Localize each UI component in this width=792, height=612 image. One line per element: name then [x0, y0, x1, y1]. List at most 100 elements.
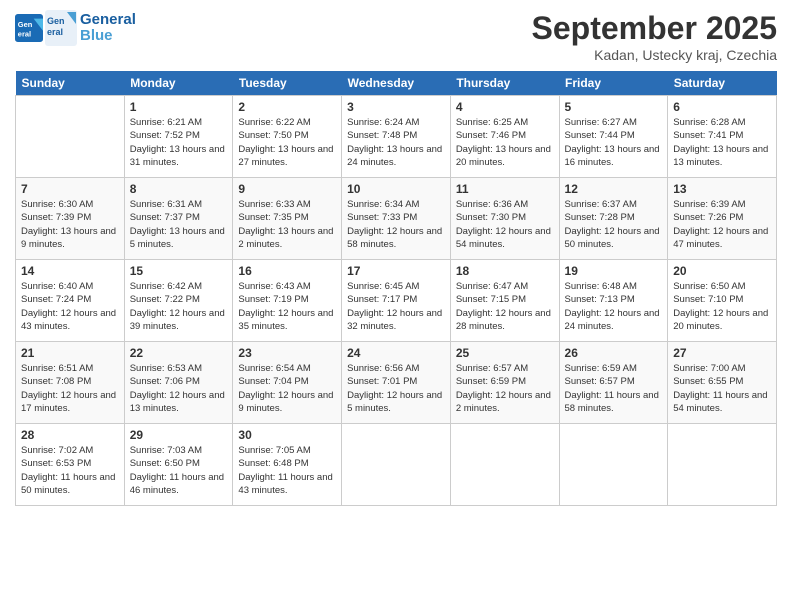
day-info: Sunrise: 6:57 AMSunset: 6:59 PMDaylight:… — [456, 362, 554, 415]
day-header-tuesday: Tuesday — [233, 71, 342, 96]
svg-text:eral: eral — [18, 29, 31, 38]
calendar-cell: 22 Sunrise: 6:53 AMSunset: 7:06 PMDayligh… — [124, 342, 233, 424]
day-number: 15 — [130, 264, 228, 278]
week-row-1: 1 Sunrise: 6:21 AMSunset: 7:52 PMDaylight… — [16, 96, 777, 178]
day-number: 5 — [565, 100, 663, 114]
day-header-sunday: Sunday — [16, 71, 125, 96]
week-row-4: 21 Sunrise: 6:51 AMSunset: 7:08 PMDayligh… — [16, 342, 777, 424]
calendar-cell: 18 Sunrise: 6:47 AMSunset: 7:15 PMDayligh… — [450, 260, 559, 342]
day-info: Sunrise: 6:45 AMSunset: 7:17 PMDaylight:… — [347, 280, 445, 333]
day-info: Sunrise: 6:47 AMSunset: 7:15 PMDaylight:… — [456, 280, 554, 333]
day-info: Sunrise: 6:42 AMSunset: 7:22 PMDaylight:… — [130, 280, 228, 333]
calendar-cell: 3 Sunrise: 6:24 AMSunset: 7:48 PMDaylight… — [342, 96, 451, 178]
day-number: 11 — [456, 182, 554, 196]
day-header-friday: Friday — [559, 71, 668, 96]
day-number: 24 — [347, 346, 445, 360]
day-number: 19 — [565, 264, 663, 278]
days-of-week-row: SundayMondayTuesdayWednesdayThursdayFrid… — [16, 71, 777, 96]
day-number: 4 — [456, 100, 554, 114]
calendar-cell: 4 Sunrise: 6:25 AMSunset: 7:46 PMDaylight… — [450, 96, 559, 178]
day-number: 1 — [130, 100, 228, 114]
logo-general: General — [80, 12, 136, 29]
calendar-body: 1 Sunrise: 6:21 AMSunset: 7:52 PMDaylight… — [16, 96, 777, 506]
generalblue-logo-svg: Gen eral — [45, 10, 77, 46]
day-number: 21 — [21, 346, 119, 360]
calendar-cell: 24Sunrise: 6:56 AMSunset: 7:01 PMDayligh… — [342, 342, 451, 424]
calendar-cell: 30Sunrise: 7:05 AMSunset: 6:48 PMDayligh… — [233, 424, 342, 506]
title-block: September 2025 Kadan, Ustecky kraj, Czec… — [532, 10, 777, 63]
day-header-thursday: Thursday — [450, 71, 559, 96]
calendar-cell: 7 Sunrise: 6:30 AMSunset: 7:39 PMDaylight… — [16, 178, 125, 260]
calendar-cell: 20 Sunrise: 6:50 AMSunset: 7:10 PMDayligh… — [668, 260, 777, 342]
calendar-cell: 1 Sunrise: 6:21 AMSunset: 7:52 PMDaylight… — [124, 96, 233, 178]
day-info: Sunrise: 6:40 AMSunset: 7:24 PMDaylight:… — [21, 280, 119, 333]
location: Kadan, Ustecky kraj, Czechia — [532, 47, 777, 63]
month-title: September 2025 — [532, 10, 777, 47]
day-info: Sunrise: 7:00 AMSunset: 6:55 PMDaylight:… — [673, 362, 771, 415]
week-row-3: 14 Sunrise: 6:40 AMSunset: 7:24 PMDayligh… — [16, 260, 777, 342]
svg-text:Gen: Gen — [18, 20, 33, 29]
calendar-cell: 6Sunrise: 6:28 AMSunset: 7:41 PMDaylight… — [668, 96, 777, 178]
day-info: Sunrise: 6:43 AMSunset: 7:19 PMDaylight:… — [238, 280, 336, 333]
calendar-cell — [342, 424, 451, 506]
calendar-cell: 13Sunrise: 6:39 AMSunset: 7:26 PMDayligh… — [668, 178, 777, 260]
calendar-header: SundayMondayTuesdayWednesdayThursdayFrid… — [16, 71, 777, 96]
day-info: Sunrise: 6:30 AMSunset: 7:39 PMDaylight:… — [21, 198, 119, 251]
day-number: 22 — [130, 346, 228, 360]
day-info: Sunrise: 6:21 AMSunset: 7:52 PMDaylight:… — [130, 116, 228, 169]
calendar-cell: 8Sunrise: 6:31 AMSunset: 7:37 PMDaylight… — [124, 178, 233, 260]
week-row-2: 7 Sunrise: 6:30 AMSunset: 7:39 PMDaylight… — [16, 178, 777, 260]
day-info: Sunrise: 6:54 AMSunset: 7:04 PMDaylight:… — [238, 362, 336, 415]
day-number: 17 — [347, 264, 445, 278]
calendar-cell: 26 Sunrise: 6:59 AMSunset: 6:57 PMDayligh… — [559, 342, 668, 424]
calendar-cell: 5Sunrise: 6:27 AMSunset: 7:44 PMDaylight… — [559, 96, 668, 178]
day-number: 27 — [673, 346, 771, 360]
day-info: Sunrise: 6:28 AMSunset: 7:41 PMDaylight:… — [673, 116, 771, 169]
day-info: Sunrise: 6:24 AMSunset: 7:48 PMDaylight:… — [347, 116, 445, 169]
day-number: 8 — [130, 182, 228, 196]
day-header-saturday: Saturday — [668, 71, 777, 96]
day-number: 2 — [238, 100, 336, 114]
day-info: Sunrise: 6:25 AMSunset: 7:46 PMDaylight:… — [456, 116, 554, 169]
calendar-cell: 14 Sunrise: 6:40 AMSunset: 7:24 PMDayligh… — [16, 260, 125, 342]
day-number: 7 — [21, 182, 119, 196]
day-info: Sunrise: 6:50 AMSunset: 7:10 PMDaylight:… — [673, 280, 771, 333]
day-number: 28 — [21, 428, 119, 442]
calendar-cell: 10Sunrise: 6:34 AMSunset: 7:33 PMDayligh… — [342, 178, 451, 260]
calendar-cell: 25 Sunrise: 6:57 AMSunset: 6:59 PMDayligh… — [450, 342, 559, 424]
calendar-cell — [559, 424, 668, 506]
calendar-cell: 11Sunrise: 6:36 AMSunset: 7:30 PMDayligh… — [450, 178, 559, 260]
calendar-cell — [450, 424, 559, 506]
day-number: 9 — [238, 182, 336, 196]
logo-text-block: Gen eral General Blue — [45, 10, 136, 46]
calendar-cell — [668, 424, 777, 506]
day-number: 10 — [347, 182, 445, 196]
logo: Gen eral Gen eral General Blue — [15, 10, 136, 46]
logo-blue: Blue — [80, 28, 136, 45]
day-number: 14 — [21, 264, 119, 278]
day-header-monday: Monday — [124, 71, 233, 96]
day-number: 30 — [238, 428, 336, 442]
svg-text:Gen: Gen — [47, 16, 65, 26]
day-number: 29 — [130, 428, 228, 442]
day-number: 20 — [673, 264, 771, 278]
calendar-cell: 12Sunrise: 6:37 AMSunset: 7:28 PMDayligh… — [559, 178, 668, 260]
day-info: Sunrise: 7:02 AMSunset: 6:53 PMDaylight:… — [21, 444, 119, 497]
day-info: Sunrise: 6:59 AMSunset: 6:57 PMDaylight:… — [565, 362, 663, 415]
day-number: 12 — [565, 182, 663, 196]
day-number: 18 — [456, 264, 554, 278]
day-number: 26 — [565, 346, 663, 360]
day-number: 25 — [456, 346, 554, 360]
day-number: 23 — [238, 346, 336, 360]
header: Gen eral Gen eral General Blue — [15, 10, 777, 63]
day-info: Sunrise: 6:48 AMSunset: 7:13 PMDaylight:… — [565, 280, 663, 333]
svg-text:eral: eral — [47, 27, 63, 37]
week-row-5: 28 Sunrise: 7:02 AMSunset: 6:53 PMDayligh… — [16, 424, 777, 506]
day-info: Sunrise: 6:53 AMSunset: 7:06 PMDaylight:… — [130, 362, 228, 415]
day-number: 16 — [238, 264, 336, 278]
calendar-cell: 21 Sunrise: 6:51 AMSunset: 7:08 PMDayligh… — [16, 342, 125, 424]
day-number: 3 — [347, 100, 445, 114]
calendar-cell: 29Sunrise: 7:03 AMSunset: 6:50 PMDayligh… — [124, 424, 233, 506]
calendar-cell: 23 Sunrise: 6:54 AMSunset: 7:04 PMDayligh… — [233, 342, 342, 424]
day-info: Sunrise: 6:51 AMSunset: 7:08 PMDaylight:… — [21, 362, 119, 415]
